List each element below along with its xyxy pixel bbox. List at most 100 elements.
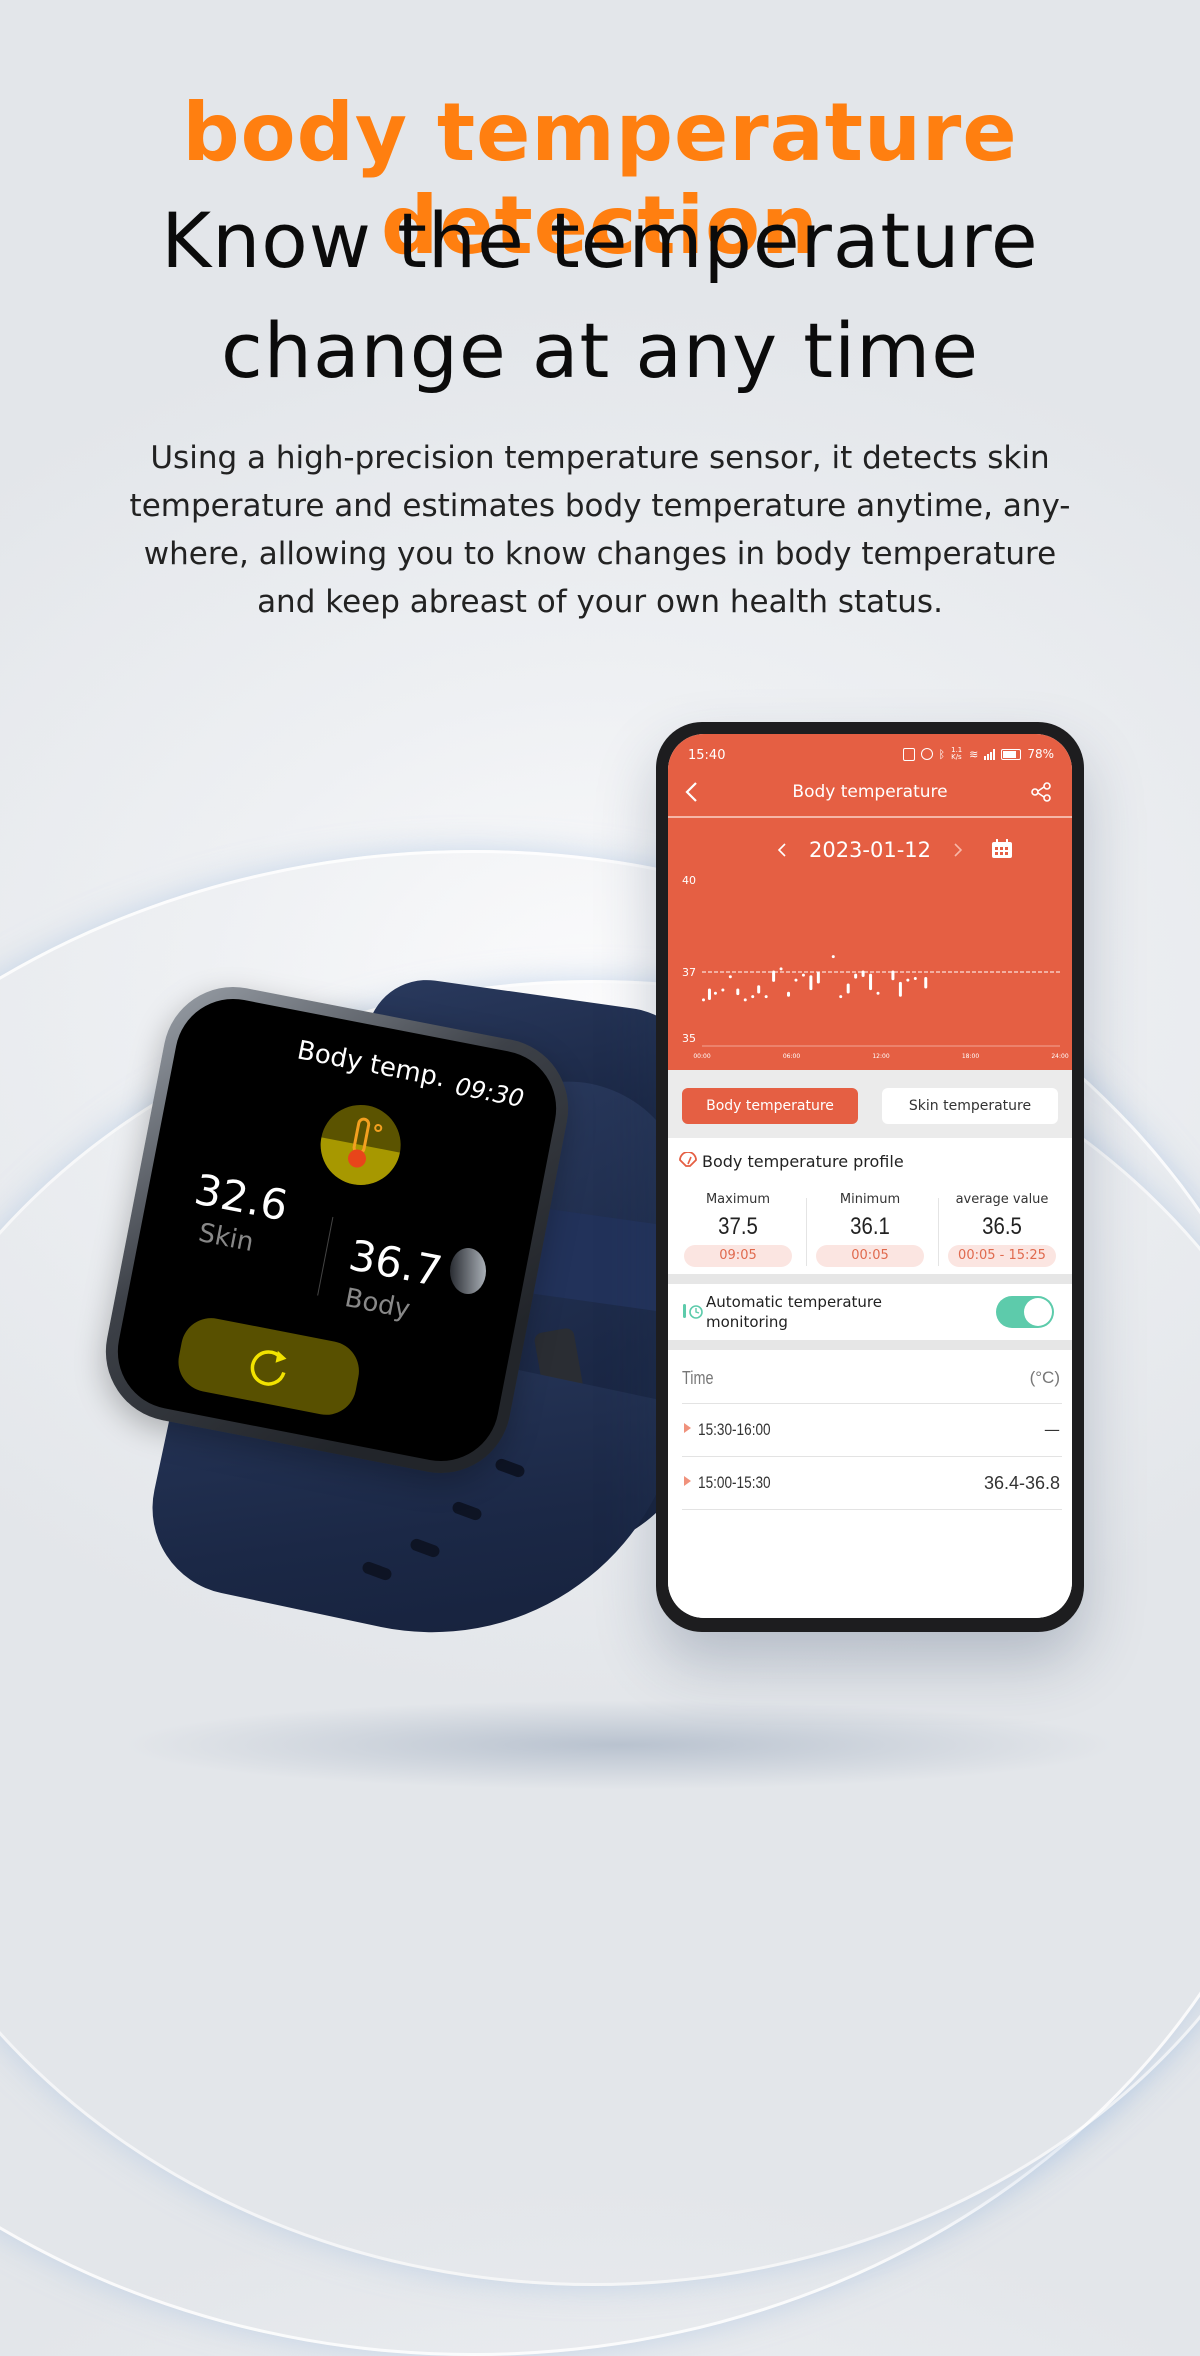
time-list: Time (°C) 15:30-16:00 — 15:00-15:30 36.4… [668, 1350, 1072, 1618]
temperature-bar [707, 988, 711, 1001]
net-speed: 1.1 K/s [951, 746, 963, 761]
calendar-button[interactable] [990, 838, 1014, 860]
section-divider [668, 1274, 1072, 1284]
battery-level: 78% [1027, 747, 1054, 761]
list-item[interactable]: 15:00-15:30 36.4-36.8 [668, 1457, 1072, 1509]
x-tick-label: 18:00 [962, 1053, 979, 1060]
profile-card: Body temperature profile Maximum 37.5 09… [668, 1138, 1072, 1274]
temperature-bar [772, 970, 776, 982]
temperature-bar [801, 973, 805, 977]
list-item-time: 15:30-16:00 [698, 1420, 771, 1439]
signal-icon [984, 748, 996, 760]
temperature-bar [757, 985, 761, 994]
tab-skin-temperature[interactable]: Skin temperature [882, 1088, 1058, 1124]
list-divider [682, 1509, 1062, 1510]
temperature-bar [831, 955, 835, 959]
stat-divider [938, 1198, 939, 1266]
temperature-bar [861, 970, 865, 977]
temperature-bar [839, 995, 843, 999]
temperature-bar [721, 988, 725, 992]
temperature-bar [891, 970, 895, 981]
auto-monitoring-row: Automatic temperature monitoring [668, 1284, 1072, 1340]
app-bar-title: Body temperature [792, 782, 948, 802]
auto-monitoring-label-1: Automatic temperature [706, 1293, 882, 1311]
share-button[interactable] [1030, 782, 1052, 802]
toggle-knob [1024, 1298, 1052, 1326]
status-icons: ᛒ 1.1 K/s ≋ 78% [902, 746, 1054, 761]
list-header-unit: (°C) [1029, 1368, 1060, 1387]
temperature-bar [898, 981, 902, 997]
profile-title: Body temperature profile [702, 1152, 904, 1171]
stat-time: 00:05 [816, 1245, 924, 1267]
temperature-bar [728, 975, 732, 979]
segment-control: Body temperature Skin temperature [668, 1070, 1072, 1138]
temperature-bar [787, 991, 791, 997]
expand-arrow-icon [684, 1476, 691, 1486]
auto-monitoring-label-2: monitoring [706, 1313, 788, 1331]
stat-maximum: Maximum 37.5 09:05 [676, 1192, 800, 1267]
stat-minimum: Minimum 36.1 00:05 [808, 1192, 932, 1267]
next-date-button[interactable] [952, 842, 964, 858]
temperature-bar [713, 991, 717, 995]
temperature-bar [701, 998, 705, 1002]
list-item-value: 36.4-36.8 [983, 1473, 1060, 1493]
temperature-bar [751, 995, 755, 999]
nfc-icon [902, 747, 915, 761]
temperature-bar [816, 972, 820, 984]
y-tick-label: 40 [682, 874, 696, 887]
stat-time: 09:05 [684, 1245, 792, 1267]
gauge-icon [679, 1152, 697, 1167]
phone-screen: 15:40 ᛒ 1.1 K/s ≋ 78% Body temperature 2… [668, 734, 1072, 1618]
temperature-bar [779, 967, 783, 971]
thermometer-clock-icon [683, 1304, 703, 1319]
bluetooth-icon: ᛒ [938, 747, 946, 761]
stat-value: 36.1 [850, 1213, 890, 1240]
temperature-bar [876, 991, 880, 995]
status-time: 15:40 [688, 748, 726, 763]
prev-date-button[interactable] [776, 842, 788, 858]
phone: 15:40 ᛒ 1.1 K/s ≋ 78% Body temperature 2… [656, 722, 1084, 1632]
section-divider [668, 1340, 1072, 1350]
alarm-icon [920, 748, 933, 760]
y-tick-label: 37 [682, 966, 696, 979]
temperature-bar [764, 995, 768, 999]
expand-arrow-icon [684, 1423, 691, 1433]
x-tick-label: 06:00 [783, 1053, 800, 1060]
app-bar: Body temperature [668, 768, 1072, 816]
product-shadow [120, 1700, 1120, 1790]
list-item-time: 15:00-15:30 [698, 1473, 771, 1492]
temperature-bar [869, 973, 873, 991]
hero-description: Using a high-precision temperature senso… [129, 440, 1071, 620]
battery-icon [1001, 748, 1022, 760]
stat-label: Maximum [705, 1192, 771, 1207]
stat-value: 37.5 [718, 1213, 758, 1240]
stat-divider [806, 1198, 807, 1266]
status-bar: 15:40 ᛒ 1.1 K/s ≋ 78% [668, 734, 1072, 768]
x-tick-label: 00:00 [693, 1053, 710, 1060]
temperature-bar [924, 976, 928, 989]
stat-label: Minimum [839, 1192, 901, 1207]
list-item-value: — [1044, 1420, 1060, 1439]
temperature-bar [743, 998, 747, 1002]
stat-average: average value 36.5 00:05 - 15:25 [940, 1192, 1064, 1267]
y-tick-label: 35 [682, 1032, 696, 1045]
temperature-bar [846, 983, 850, 994]
temperature-bar [913, 976, 917, 980]
current-date: 2023-01-12 [808, 838, 932, 862]
list-header-time: Time [682, 1368, 714, 1388]
temperature-bar [854, 973, 858, 979]
hero-subtitle-line1: Know the temperature [161, 196, 1039, 285]
list-item[interactable]: 15:30-16:00 — [668, 1404, 1072, 1456]
hero-subtitle-line2: change at any time [221, 306, 979, 395]
stat-value: 36.5 [982, 1213, 1022, 1240]
tab-body-temperature[interactable]: Body temperature [682, 1088, 858, 1124]
x-tick-label: 24:00 [1051, 1053, 1068, 1060]
temperature-bar [809, 975, 813, 991]
app-bar-divider [668, 816, 1072, 818]
auto-monitoring-toggle[interactable] [996, 1296, 1054, 1328]
date-navigator: 2023-01-12 [668, 830, 1072, 870]
temperature-bar [736, 988, 740, 996]
wifi-icon: ≋ [969, 747, 979, 761]
x-tick-label: 12:00 [872, 1053, 889, 1060]
stat-label: average value [955, 1192, 1049, 1207]
